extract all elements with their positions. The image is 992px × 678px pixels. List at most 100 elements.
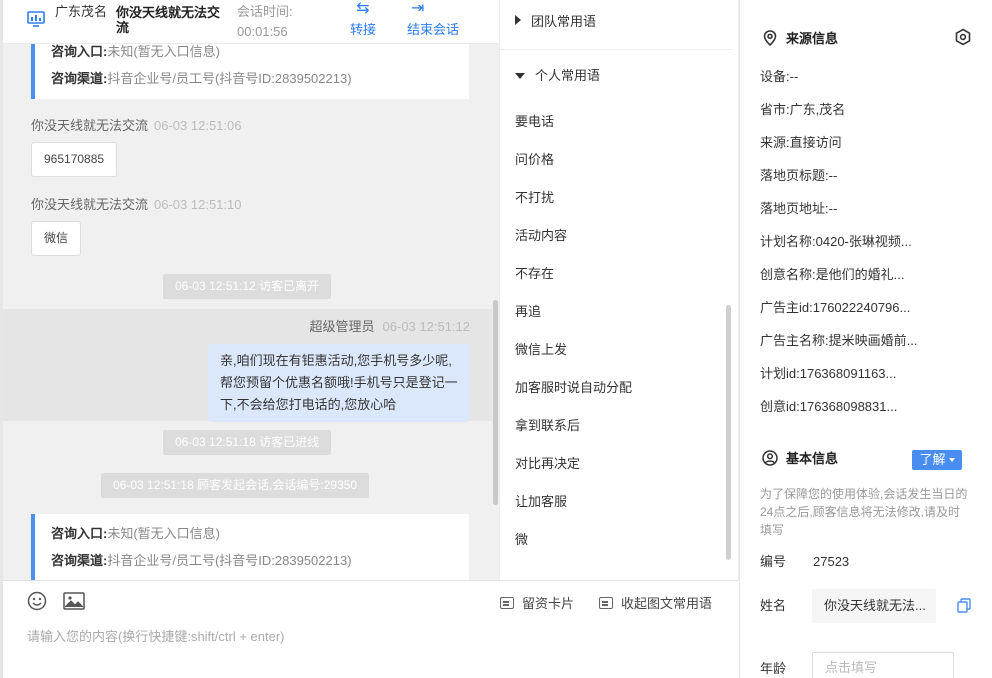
end-session-label: 结束会话: [407, 22, 460, 37]
caret-down-icon: [515, 73, 525, 79]
message-bubble[interactable]: 微信: [31, 221, 82, 256]
monitor-icon: [27, 11, 45, 27]
quick-reply-item[interactable]: 对比再决定: [515, 454, 580, 474]
caret-down-icon: [948, 458, 955, 462]
field-label: 省市:: [760, 102, 790, 117]
field-creative-id: 创意id:176368098831...: [760, 398, 897, 416]
age-input[interactable]: [812, 652, 954, 678]
message-input-area: 留资卡片 收起图文常用语: [0, 580, 738, 678]
consult-channel-label: 咨询渠道:: [51, 553, 108, 568]
basic-info-title: 基本信息: [762, 449, 838, 469]
consult-entry-label: 咨询入口:: [51, 526, 108, 541]
settings-icon[interactable]: [954, 28, 972, 46]
outgoing-message-bubble[interactable]: 亲,咱们现在有钜惠活动,您手机号多少呢,帮您预留个优惠名额哦!手机号只是登记一下…: [208, 344, 470, 422]
chat-header: 广东茂名 你没天线就无法交流 会话时间: 00:01:56 ⇆ 转接 ⇥ 结束会…: [3, 0, 499, 44]
message-sender: 你没天线就无法交流: [31, 118, 149, 133]
basic-info-label: 基本信息: [786, 451, 839, 466]
message-time: 06-03 12:51:06: [154, 118, 242, 133]
copy-icon[interactable]: [957, 598, 971, 613]
field-label: 计划id:: [760, 366, 800, 381]
quick-reply-item[interactable]: 让加客服: [515, 492, 567, 512]
collapse-quick-replies-button[interactable]: 收起图文常用语: [599, 595, 712, 613]
system-note: 06-03 12:51:18 访客已进线: [163, 430, 332, 455]
message-time: 06-03 12:51:10: [154, 197, 242, 212]
message-bubble[interactable]: 965170885: [31, 142, 118, 177]
caret-right-icon: [515, 15, 521, 25]
message-meta: 超级管理员 06-03 12:51:12: [310, 318, 470, 336]
consult-info-card: 咨询入口:未知(暂无入口信息) 咨询渠道:抖音企业号/员工号(抖音号ID:283…: [31, 514, 469, 580]
quick-reply-item[interactable]: 再追: [515, 302, 541, 322]
field-label: 设备:: [760, 69, 790, 84]
consult-entry-value: 未知(暂无入口信息): [107, 44, 221, 59]
field-label: 广告主id:: [760, 300, 813, 315]
consult-entry-label: 咨询入口:: [51, 44, 108, 59]
quick-replies-scrollbar[interactable]: [726, 305, 731, 560]
transfer-button[interactable]: ⇆ 转接: [343, 0, 383, 40]
message-meta: 你没天线就无法交流 06-03 12:51:06: [31, 117, 241, 135]
field-label: 来源:: [760, 135, 790, 150]
quick-reply-item[interactable]: 加客服时说自动分配: [515, 378, 632, 398]
customer-info-panel: 来源信息 设备:-- 省市:广东,茂名 来源:直接访问 落地页标题:-- 落地页…: [739, 0, 992, 678]
message-input[interactable]: [27, 629, 727, 644]
field-label: 落地页地址:: [760, 201, 829, 216]
source-info-label: 来源信息: [786, 31, 839, 46]
user-icon: [762, 450, 778, 466]
system-note: 06-03 12:51:12 访客已离开: [163, 274, 332, 299]
card-icon: [500, 597, 514, 609]
field-value: 176368091163...: [799, 366, 897, 381]
team-replies-group[interactable]: 团队常用语: [515, 12, 596, 32]
message-time: 06-03 12:51:12: [382, 319, 470, 334]
quick-reply-item[interactable]: 拿到联系后: [515, 416, 580, 436]
consult-info-card: 咨询入口:未知(暂无入口信息) 咨询渠道:抖音企业号/员工号(抖音号ID:283…: [31, 37, 469, 99]
transfer-label: 转接: [349, 22, 376, 37]
visitor-region: 广东茂名: [55, 4, 108, 19]
field-value: --: [828, 201, 838, 216]
name-field[interactable]: 你没天线就无法...: [812, 589, 936, 623]
consult-channel-label: 咨询渠道:: [51, 71, 108, 86]
message-icon: [599, 597, 613, 609]
field-value: --: [828, 168, 838, 183]
field-value: 广东,茂名: [789, 102, 846, 117]
field-device: 设备:--: [760, 68, 798, 86]
consult-channel-value: 抖音企业号/员工号(抖音号ID:2839502213): [107, 71, 352, 86]
field-plan-id: 计划id:176368091163...: [760, 365, 896, 383]
lead-card-button[interactable]: 留资卡片: [500, 595, 574, 613]
team-replies-label: 团队常用语: [531, 14, 597, 29]
field-label: 广告主名称:: [760, 333, 829, 348]
chat-panel: 广东茂名 你没天线就无法交流 会话时间: 00:01:56 ⇆ 转接 ⇥ 结束会…: [0, 0, 499, 580]
message-sender: 你没天线就无法交流: [31, 197, 149, 212]
id-label: 编号: [760, 554, 787, 569]
quick-reply-item[interactable]: 不打扰: [515, 188, 554, 208]
quick-reply-item[interactable]: 问价格: [515, 150, 554, 170]
transfer-icon: ⇆: [356, 0, 370, 17]
field-value: 是他们的婚礼...: [815, 267, 905, 282]
message-sender: 超级管理员: [309, 319, 375, 334]
field-creative-name: 创意名称:是他们的婚礼...: [760, 266, 904, 284]
quick-reply-item[interactable]: 微: [515, 530, 528, 550]
learn-more-button[interactable]: 了解: [912, 450, 962, 470]
session-time: 00:01:56: [237, 24, 288, 39]
quick-reply-item[interactable]: 要电话: [515, 112, 554, 132]
chat-scrollbar[interactable]: [493, 300, 498, 505]
field-label: 落地页标题:: [760, 168, 829, 183]
source-info-title: 来源信息: [762, 29, 838, 49]
outgoing-message-block: 超级管理员 06-03 12:51:12 亲,咱们现在有钜惠活动,您手机号多少呢,…: [3, 309, 492, 422]
name-label: 姓名: [760, 598, 787, 613]
learn-more-label: 了解: [919, 452, 946, 467]
field-value: 提米映画婚前...: [828, 333, 918, 348]
collapse-quick-replies-label: 收起图文常用语: [621, 596, 713, 611]
consult-channel-row: 咨询渠道:抖音企业号/员工号(抖音号ID:2839502213): [51, 547, 469, 574]
quick-reply-item[interactable]: 微信上发: [515, 340, 567, 360]
exit-icon: ⇥: [411, 0, 425, 17]
emoji-icon[interactable]: [27, 591, 47, 611]
personal-replies-group[interactable]: 个人常用语: [515, 66, 600, 86]
image-icon[interactable]: [63, 591, 85, 611]
end-session-button[interactable]: ⇥ 结束会话: [407, 0, 477, 40]
consult-channel-row: 咨询渠道:抖音企业号/员工号(抖音号ID:2839502213): [51, 65, 469, 92]
field-label: 计划名称:: [760, 234, 816, 249]
quick-reply-item[interactable]: 不存在: [515, 264, 554, 284]
consult-channel-value: 抖音企业号/员工号(抖音号ID:2839502213): [107, 553, 352, 568]
personal-replies-label: 个人常用语: [535, 68, 601, 83]
quick-reply-item[interactable]: 活动内容: [515, 226, 567, 246]
field-label: 创意名称:: [760, 267, 816, 282]
